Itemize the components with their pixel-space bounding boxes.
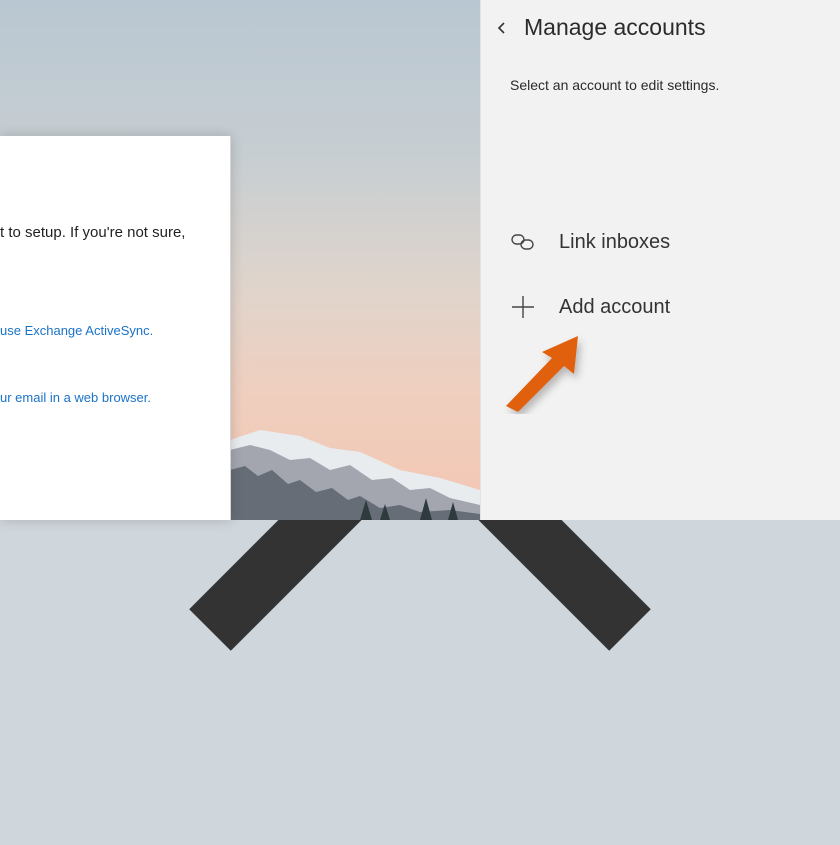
plus-icon xyxy=(512,296,534,318)
chevron-left-icon[interactable] xyxy=(494,17,510,39)
link-inboxes-label: Link inboxes xyxy=(559,231,671,253)
exchange-activesync-link[interactable]: use Exchange ActiveSync. xyxy=(0,323,153,338)
link-inboxes-item[interactable]: Link inboxes xyxy=(506,222,806,262)
web-browser-link[interactable]: ur email in a web browser. xyxy=(0,390,151,405)
add-account-label: Add account xyxy=(559,296,671,318)
dialog-body-text: t to setup. If you're not sure, xyxy=(0,224,186,241)
page-subtitle: Select an account to edit settings. xyxy=(510,77,720,93)
link-icon xyxy=(511,234,534,250)
add-account-item[interactable]: Add account xyxy=(506,287,806,327)
arrow-pointer-icon xyxy=(506,336,578,412)
page-title: Manage accounts xyxy=(524,14,706,40)
